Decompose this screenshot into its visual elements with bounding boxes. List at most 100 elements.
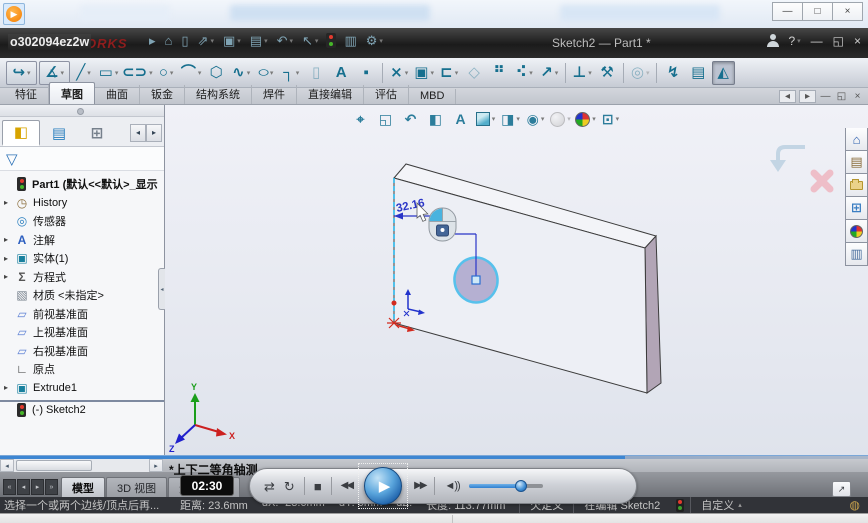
fast-forward-button[interactable]: ▶▶ — [414, 481, 425, 491]
tree-item-material[interactable]: ▸ ▧ 材质 <未指定> — [0, 286, 164, 305]
select-cursor-icon[interactable]: ↖▾ — [299, 32, 321, 49]
plane-tool-icon[interactable]: ▯▾ — [305, 61, 328, 85]
dropdown-caret-icon[interactable]: ▾ — [210, 37, 214, 45]
volume-slider[interactable] — [469, 484, 543, 488]
tab-features[interactable]: 特征 — [4, 85, 49, 104]
previous-view-icon[interactable]: ↶▾ — [398, 108, 423, 130]
design-library-icon[interactable]: ▤ — [845, 151, 868, 174]
user-account-icon[interactable]: ▾ — [765, 33, 781, 49]
panel-tab-scroll-left-icon[interactable]: ◂ — [130, 124, 146, 142]
app-minimize-icon[interactable]: —▾ — [808, 33, 826, 49]
dropdown-caret-icon[interactable]: ▾ — [529, 69, 533, 77]
scrollbar-thumb[interactable] — [16, 460, 92, 471]
toolbar-separator[interactable]: ▾ — [565, 63, 567, 83]
panel-collapse-handle[interactable]: ◂ — [158, 268, 165, 310]
dropdown-caret-icon[interactable]: ▾ — [270, 69, 274, 77]
ellipse-icon[interactable]: ○▾ — [255, 61, 278, 85]
tree-item-top-plane[interactable]: ▸ ▱ 上视基准面 — [0, 323, 164, 342]
dropdown-caret-icon[interactable]: ▾ — [315, 37, 319, 45]
expand-arrow-icon[interactable]: ▸ — [4, 254, 14, 263]
doc-minimize-icon[interactable]: — — [819, 90, 832, 103]
panel-tab-scroll-right-icon[interactable]: ▸ — [146, 124, 162, 142]
circular-sketch-pattern-icon[interactable]: ⠪▾ — [513, 61, 536, 85]
volume-icon[interactable]: ◄)) — [444, 480, 459, 492]
tab-surfaces[interactable]: 曲面 — [95, 85, 140, 104]
view-orientation-icon[interactable]: ▾ — [473, 108, 498, 130]
tab-sketch[interactable]: 草图 — [49, 82, 95, 104]
save-icon[interactable]: ▣▾ — [220, 32, 244, 49]
display-style-icon[interactable]: ◨▾ — [498, 108, 523, 130]
featuremanager-tab-icon[interactable]: ◧ — [2, 120, 40, 146]
configurationmanager-tab-icon[interactable]: ⊞ — [78, 120, 116, 146]
tree-item-annotations[interactable]: ▸ A 注解 — [0, 231, 164, 250]
file-explorer-icon[interactable] — [845, 174, 868, 197]
dropdown-caret-icon[interactable]: ▾ — [198, 69, 202, 77]
video-play-overlay-button[interactable]: ▶ — [3, 3, 25, 25]
expand-arrow-icon[interactable]: ▸ — [4, 235, 14, 244]
dropdown-caret-icon[interactable]: ▾ — [60, 69, 64, 77]
smart-dimension-icon[interactable]: ∡▾ — [39, 61, 70, 85]
tree-item-part1[interactable]: ▸ Part1 (默认<<默认>_显示 — [0, 175, 164, 194]
tab-scroll-next-icon[interactable]: ▸ — [31, 479, 44, 495]
tab-structure-system[interactable]: 结构系统 — [185, 85, 252, 104]
dropdown-caret-icon[interactable]: ▾ — [555, 69, 559, 77]
quick-snaps-icon[interactable]: ◎▾ — [629, 61, 652, 85]
undo-icon[interactable]: ↶▾ — [274, 32, 296, 49]
hide-show-items-icon[interactable]: ◉▾ — [523, 108, 548, 130]
play-button[interactable]: ▶ — [364, 467, 402, 505]
dropdown-caret-icon[interactable]: ▾ — [27, 69, 31, 77]
toolbar-separator[interactable]: ▾ — [382, 63, 384, 83]
dropdown-caret-icon[interactable]: ▾ — [149, 69, 153, 77]
volume-slider-thumb[interactable] — [515, 480, 527, 492]
apply-scene-icon[interactable]: ▾ — [573, 108, 598, 130]
expand-arrow-icon[interactable]: ▸ — [4, 272, 14, 281]
tab-direct-editing[interactable]: 直接编辑 — [297, 85, 364, 104]
sketch-numeric-input-icon[interactable]: ▤▾ — [687, 61, 710, 85]
shaded-sketch-contours-icon[interactable]: ◭▾ — [712, 61, 735, 85]
window-close-icon[interactable]: × — [832, 2, 863, 21]
pane-previous-icon[interactable]: ◂ — [779, 90, 796, 103]
shuffle-icon[interactable]: ⇄ — [264, 480, 275, 493]
zoom-to-area-icon[interactable]: ◱▾ — [373, 108, 398, 130]
solidworks-resources-icon[interactable]: ⌂ — [845, 128, 868, 151]
tab-scroll-prev-icon[interactable]: ◂ — [17, 479, 30, 495]
stop-button[interactable]: ■ — [314, 480, 322, 493]
rebuild-traffic-light-icon[interactable]: ▾ — [326, 33, 336, 48]
sketch-point[interactable] — [392, 301, 397, 306]
tab-weldments[interactable]: 焊件 — [252, 85, 297, 104]
new-document-icon[interactable]: ▯▾ — [178, 32, 191, 49]
print-icon[interactable]: ▤▾ — [247, 32, 271, 49]
tab-scroll-last-icon[interactable]: » — [45, 479, 58, 495]
tree-item-sketch2[interactable]: ▸ (-) Sketch2 — [0, 400, 164, 419]
point-icon[interactable]: ▪▾ — [355, 61, 378, 85]
tree-item-right-plane[interactable]: ▸ ▱ 右视基准面 — [0, 342, 164, 361]
dropdown-caret-icon[interactable]: ▾ — [170, 69, 174, 77]
custom-properties-icon[interactable]: ▥ — [845, 243, 868, 266]
options-gear-icon[interactable]: ⚙▾ — [363, 32, 386, 49]
appearances-scenes-icon[interactable] — [845, 220, 868, 243]
open-document-icon[interactable]: ⇗▾ — [195, 32, 217, 49]
part-side-face[interactable] — [645, 236, 661, 393]
expand-arrow-icon[interactable]: ▸ — [4, 198, 14, 207]
replay-icon[interactable]: ↻ — [284, 480, 295, 493]
cancel-sketch-corner-icon[interactable] — [814, 173, 830, 189]
tree-item-sensors[interactable]: ▸ ◎ 传感器 — [0, 212, 164, 231]
dropdown-caret-icon[interactable]: ▾ — [405, 69, 409, 77]
trim-entities-icon[interactable]: ⨯▾ — [388, 61, 411, 85]
polygon-icon[interactable]: ⬡▾ — [205, 61, 228, 85]
section-view-icon[interactable]: ◧▾ — [423, 108, 448, 130]
view-palette-icon[interactable]: ⊞ — [845, 197, 868, 220]
pane-next-icon[interactable]: ▸ — [799, 90, 816, 103]
zoom-to-fit-icon[interactable]: ⌖▾ — [348, 108, 373, 130]
scroll-left-icon[interactable]: ◂ — [0, 459, 14, 472]
panel-splitter-handle[interactable] — [0, 105, 164, 117]
help-icon[interactable]: ?▾ — [785, 33, 803, 49]
move-entities-icon[interactable]: ↗▾ — [538, 61, 561, 85]
scroll-right-icon[interactable]: ▸ — [149, 459, 163, 472]
graphics-viewport[interactable]: ⌖▾◱▾↶▾◧▾A▾▾◨▾◉▾▾▾⊡▾ 32.16 — [165, 105, 868, 455]
tree-item-equations[interactable]: ▸ Σ 方程式 — [0, 268, 164, 287]
home-icon[interactable]: ⌂▾ — [162, 32, 176, 49]
filter-funnel-icon[interactable]: ▽ — [6, 150, 18, 168]
straight-slot-icon[interactable]: ⊂⊃▾ — [122, 61, 153, 85]
repair-sketch-icon[interactable]: ⚒▾ — [596, 61, 619, 85]
